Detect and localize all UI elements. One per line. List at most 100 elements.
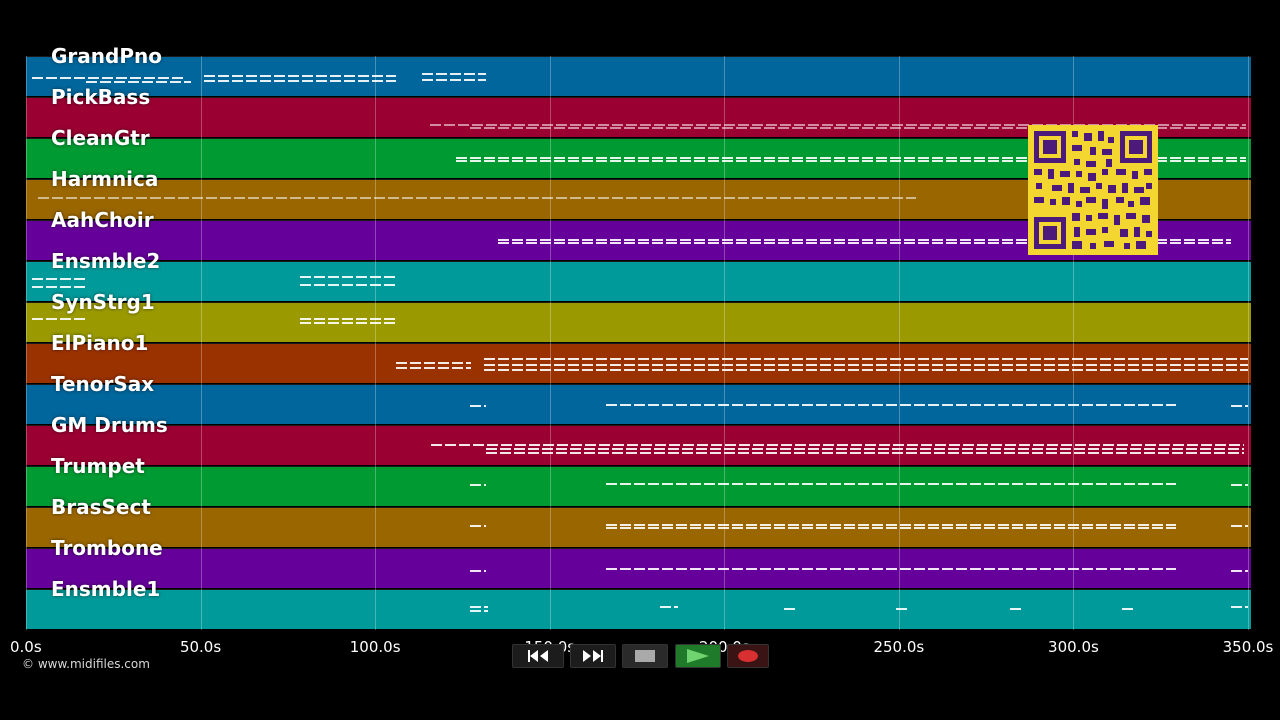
midi-note <box>1082 483 1093 485</box>
midi-note <box>949 444 960 446</box>
midi-note <box>834 242 845 244</box>
track-lane[interactable] <box>26 302 1251 342</box>
midi-note <box>512 358 523 360</box>
midi-note <box>556 452 567 454</box>
track-lane[interactable] <box>26 507 1251 547</box>
midi-note <box>470 127 481 129</box>
midi-note <box>402 197 413 199</box>
midi-note <box>332 197 343 199</box>
midi-note <box>708 364 719 366</box>
midi-note <box>1096 527 1107 529</box>
play-button[interactable] <box>675 644 721 668</box>
track-lane[interactable] <box>26 261 1251 301</box>
midi-note <box>74 286 85 288</box>
midi-note <box>1130 448 1141 450</box>
record-button[interactable] <box>727 644 769 668</box>
midi-note <box>102 77 113 79</box>
midi-note <box>596 160 607 162</box>
midi-note <box>452 367 463 369</box>
midi-note <box>680 358 691 360</box>
stop-button[interactable] <box>622 644 668 668</box>
midi-note <box>862 242 873 244</box>
midi-note <box>484 525 486 527</box>
midi-note <box>1012 404 1023 406</box>
midi-note <box>344 80 355 82</box>
midi-note <box>46 286 57 288</box>
midi-note <box>204 80 215 82</box>
midi-note <box>674 606 678 608</box>
midi-note <box>666 358 677 360</box>
midi-note <box>486 448 497 450</box>
midi-note <box>1002 127 1013 129</box>
rewind-icon <box>528 650 548 662</box>
rewind-button[interactable] <box>512 644 564 668</box>
midi-note <box>1116 448 1127 450</box>
fast-forward-button[interactable] <box>570 644 616 668</box>
track-lane[interactable] <box>26 56 1251 96</box>
midi-note <box>624 242 635 244</box>
midi-note <box>1040 483 1051 485</box>
midi-note <box>1170 369 1181 371</box>
midi-note <box>904 157 915 159</box>
midi-note <box>246 80 257 82</box>
midi-note <box>948 448 959 450</box>
midi-note <box>738 448 749 450</box>
midi-note <box>816 527 827 529</box>
track-lane[interactable] <box>26 466 1251 506</box>
midi-note <box>928 524 939 526</box>
midi-note <box>274 80 285 82</box>
midi-note <box>599 444 610 446</box>
midi-note <box>752 124 763 126</box>
midi-note <box>612 124 623 126</box>
midi-note <box>935 444 946 446</box>
midi-note <box>638 160 649 162</box>
midi-note <box>626 124 637 126</box>
midi-note <box>778 239 789 241</box>
midi-note <box>900 483 911 485</box>
track-lane[interactable] <box>26 425 1251 465</box>
midi-note <box>1110 568 1121 570</box>
midi-note <box>568 358 579 360</box>
track-lane[interactable] <box>26 384 1251 424</box>
midi-note <box>876 160 887 162</box>
midi-note <box>582 157 593 159</box>
midi-note <box>444 124 455 126</box>
midi-note <box>431 444 442 446</box>
time-gridline <box>375 56 377 630</box>
midi-note <box>970 527 981 529</box>
midi-note <box>627 444 638 446</box>
midi-note <box>436 73 447 75</box>
midi-note <box>970 483 981 485</box>
midi-note <box>1054 483 1065 485</box>
midi-note <box>344 75 355 77</box>
midi-note <box>1002 157 1013 159</box>
midi-note <box>834 358 845 360</box>
midi-note <box>1004 124 1015 126</box>
time-gridline <box>724 56 726 630</box>
midi-note <box>844 404 855 406</box>
midi-note <box>100 81 111 83</box>
midi-note <box>529 444 540 446</box>
track-lane[interactable] <box>26 589 1251 629</box>
midi-note <box>1012 568 1023 570</box>
midi-note <box>1166 483 1176 485</box>
midi-note <box>668 197 679 199</box>
track-lane[interactable] <box>26 548 1251 588</box>
midi-note <box>456 160 467 162</box>
midi-note <box>1047 444 1058 446</box>
midi-note <box>640 124 651 126</box>
midi-note <box>886 527 897 529</box>
midi-note <box>708 157 719 159</box>
midi-note <box>484 606 488 608</box>
track-lane[interactable] <box>26 343 1251 383</box>
midi-note <box>1016 358 1027 360</box>
midi-note <box>974 364 985 366</box>
midi-note <box>276 197 287 199</box>
midi-note <box>654 452 665 454</box>
midi-note <box>946 127 957 129</box>
midi-note <box>1214 448 1225 450</box>
midi-note <box>792 358 803 360</box>
midi-note <box>1172 448 1183 450</box>
midi-note <box>500 124 511 126</box>
midi-note <box>184 81 191 83</box>
